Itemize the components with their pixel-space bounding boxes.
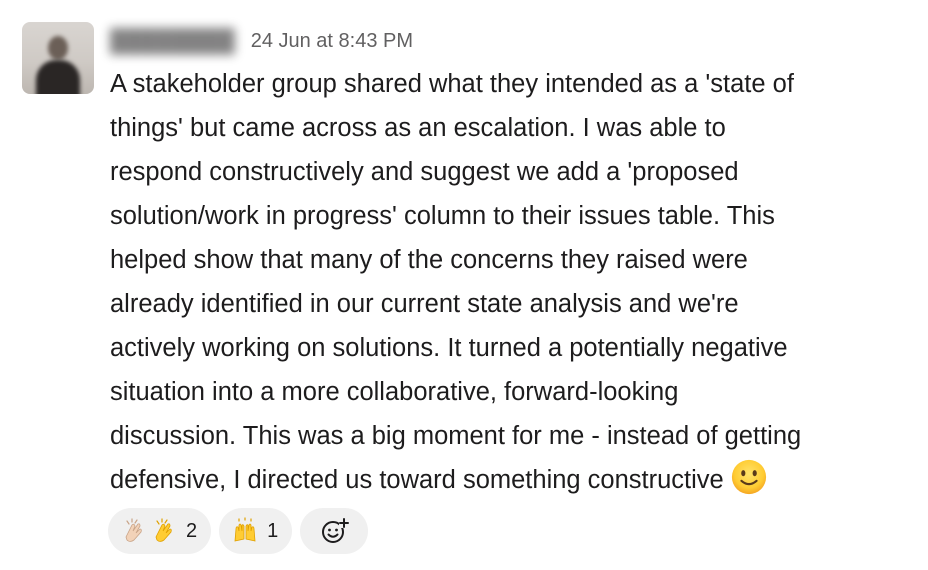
message-line: actively working on solutions. It turned…: [110, 334, 788, 362]
message-line: situation into a more collaborative, for…: [110, 378, 679, 406]
message-line: solution/work in progress' column to the…: [110, 202, 775, 230]
message-header: ████████ 24 Jun at 8:43 PM: [110, 26, 413, 56]
reaction-clap[interactable]: 2: [108, 508, 212, 554]
author-name-blurred[interactable]: ████████: [110, 28, 235, 54]
avatar-head: [48, 36, 68, 60]
reaction-count: 2: [186, 519, 198, 542]
message-line-text: defensive, I directed us toward somethin…: [110, 466, 724, 494]
message-line: respond constructively and suggest we ad…: [110, 158, 739, 186]
add-reaction-icon: [322, 518, 350, 543]
clapping-hands-icon: [155, 518, 172, 542]
avatar-body: [36, 60, 80, 94]
avatar[interactable]: [22, 22, 94, 94]
message-container: ████████ 24 Jun at 8:43 PM A stakeholder…: [0, 0, 928, 570]
add-reaction-button[interactable]: [300, 508, 369, 554]
message-line: helped show that many of the concerns th…: [110, 246, 748, 274]
timestamp[interactable]: 24 Jun at 8:43 PM: [251, 30, 413, 53]
raising-hands-icon: [234, 517, 256, 542]
message-line: discussion. This was a big moment for me…: [110, 422, 802, 450]
slightly-smiling-face-icon: [731, 459, 766, 495]
message-body: A stakeholder group shared what they int…: [110, 62, 910, 502]
message-line: already identified in our current state …: [110, 290, 739, 318]
message-line-last: defensive, I directed us toward somethin…: [110, 458, 910, 502]
reactions-bar: 2 1: [108, 508, 369, 554]
message-line: A stakeholder group shared what they int…: [110, 70, 794, 98]
reaction-count: 1: [267, 519, 279, 542]
reaction-raised-hands[interactable]: 1: [219, 508, 293, 554]
clapping-hands-light-skin-icon: [125, 518, 142, 542]
message-line: things' but came across as an escalation…: [110, 114, 726, 142]
